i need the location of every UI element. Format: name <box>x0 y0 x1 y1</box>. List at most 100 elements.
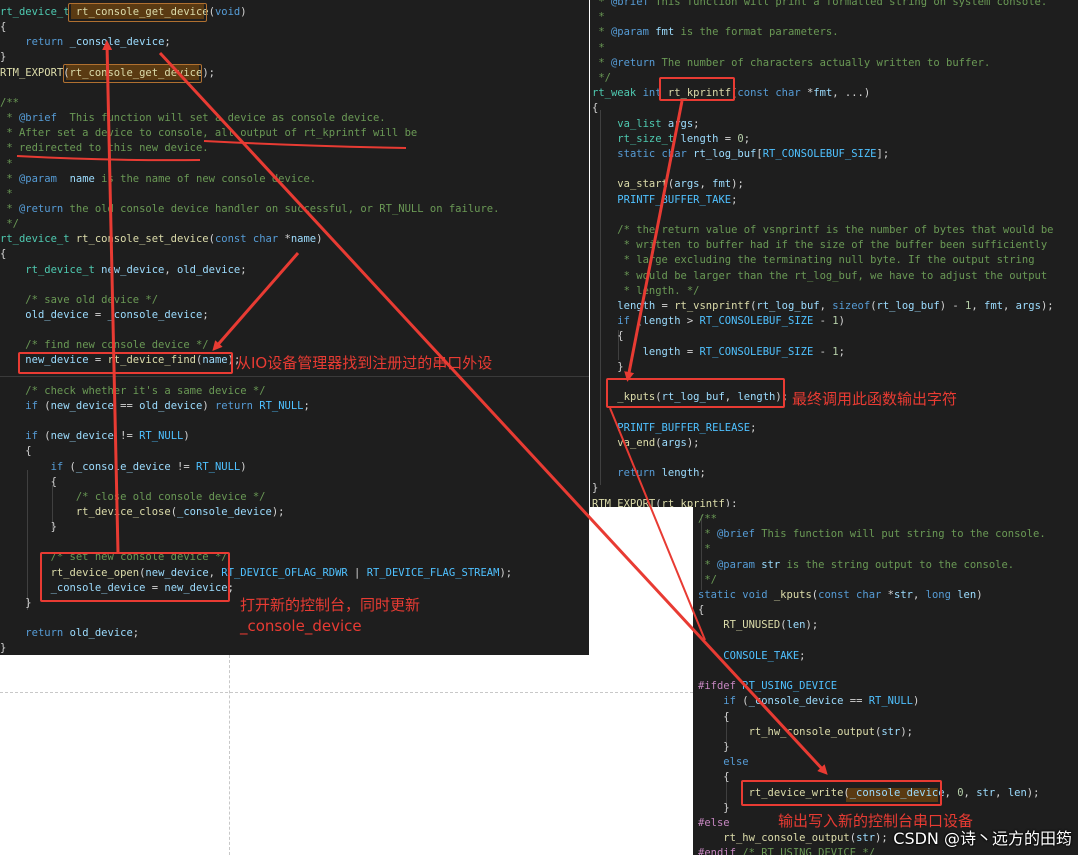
code-token: va_list <box>617 117 668 130</box>
code-token: , <box>944 786 958 799</box>
code-token: void <box>214 6 241 18</box>
code-token: } <box>592 360 624 373</box>
code-token: ); <box>1026 786 1040 799</box>
code-token: * <box>698 558 717 571</box>
code-token: * <box>0 187 13 200</box>
code-token: @return <box>610 56 656 69</box>
code-line: #ifdef RT_USING_DEVICE <box>698 679 837 694</box>
code-token: rt_device_t <box>0 6 76 18</box>
code-line: * @param fmt is the format parameters. <box>592 25 839 40</box>
code-line: * @return the old console device handler… <box>0 202 499 217</box>
code-token: static char <box>617 148 694 160</box>
code-line: * large excluding the terminating null b… <box>592 253 1035 268</box>
code-token: , <box>971 300 985 312</box>
code-token: return <box>25 627 70 640</box>
code-token: /** <box>698 513 717 525</box>
code-token: length <box>617 300 656 312</box>
code-token: the old console device handler on succes… <box>63 202 500 215</box>
code-line: * @brief This function will set a device… <box>0 111 385 126</box>
code-token: ); <box>686 436 700 449</box>
code-token: is the name of new console device. <box>94 172 317 185</box>
code-line: * @brief This function will put string t… <box>698 527 1046 542</box>
code-line: { <box>698 710 729 725</box>
code-token: , <box>699 178 713 191</box>
code-token: rt_hw_console_output <box>723 832 850 845</box>
code-line: CONSOLE_TAKE; <box>698 649 805 664</box>
code-token: rt_console_set_device <box>75 233 209 246</box>
code-token: rt_weak <box>592 87 643 100</box>
code-token: } <box>0 596 32 609</box>
code-line: PRINTF_BUFFER_TAKE; <box>592 193 737 208</box>
code-token: { <box>698 771 730 784</box>
code-token: * <box>0 172 19 185</box>
code-token: #endif <box>698 847 743 855</box>
code-line: if (length > RT_CONSOLEBUF_SIZE - 1) <box>592 314 845 329</box>
code-token: The number of characters actually writte… <box>655 56 991 69</box>
code-token: RT_NULL <box>259 399 304 412</box>
code-token: length <box>680 132 719 145</box>
code-line: * length. */ <box>592 284 700 299</box>
code-token: */ <box>698 573 717 586</box>
code-token: new_device <box>50 430 114 443</box>
code-token: ; <box>240 263 247 276</box>
code-token: old_device <box>25 309 89 321</box>
code-token: rt_vsnprintf <box>674 300 751 312</box>
code-token: /* RT_USING_DEVICE */ <box>742 847 876 855</box>
box-export-name <box>63 64 202 83</box>
code-token: , <box>912 589 926 601</box>
code-token: fmt <box>813 87 833 100</box>
code-line: return old_device; <box>0 626 139 641</box>
code-token: rt_device_close <box>75 505 171 518</box>
code-token: args <box>661 436 687 449</box>
code-token: is the format parameters. <box>674 26 839 39</box>
code-token: ) <box>183 430 190 443</box>
code-line: } <box>698 801 730 816</box>
code-line: #else <box>698 816 730 831</box>
annotation-open-console: 打开新的控制台，同时更新 <box>240 596 421 614</box>
code-token: len <box>957 589 977 601</box>
code-line: return _console_device; <box>0 35 171 50</box>
code-line: old_device = _console_device; <box>0 308 208 323</box>
code-line: { <box>592 329 623 344</box>
code-token: ; <box>838 345 845 358</box>
code-line: else <box>698 755 748 770</box>
code-line: { <box>0 475 57 490</box>
code-token: if <box>617 315 637 328</box>
code-token: str <box>881 725 901 738</box>
code-token: ; <box>164 36 171 49</box>
code-token: RT_NULL <box>139 430 184 443</box>
code-line: } <box>0 50 6 65</box>
code-token: } <box>698 801 730 814</box>
code-token: name <box>290 233 317 246</box>
code-token: @param <box>610 26 649 39</box>
box-open-console <box>40 552 230 602</box>
code-token: { <box>592 102 599 115</box>
code-token: return <box>25 36 70 49</box>
code-token: sizeof <box>832 300 871 312</box>
code-line: */ <box>0 217 19 232</box>
code-line: */ <box>698 573 717 588</box>
code-token: if <box>50 460 70 473</box>
code-line: /* save old device */ <box>0 293 158 308</box>
code-token: /* check whether it's a same device */ <box>25 384 266 397</box>
code-line: /* the return value of vsnprintf is the … <box>592 223 1053 238</box>
annotation-final-call: 最终调用此函数输出字符 <box>792 390 958 408</box>
code-token: str <box>894 589 913 601</box>
code-token: /* save old device */ <box>25 293 159 306</box>
code-line: * <box>592 10 604 25</box>
code-token: , <box>1003 300 1016 312</box>
code-token: fmt <box>984 300 1003 312</box>
code-token: RTM_EXPORT <box>0 66 64 79</box>
code-token: This function will put string to the con… <box>754 528 1046 541</box>
code-token: len <box>1007 786 1027 799</box>
